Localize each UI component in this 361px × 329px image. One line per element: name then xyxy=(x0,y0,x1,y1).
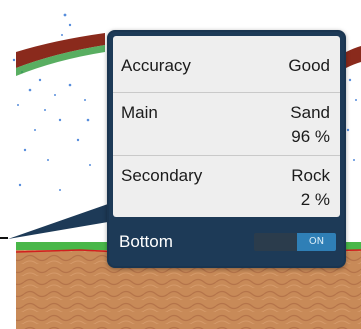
callout-tail xyxy=(8,204,108,239)
accuracy-label: Accuracy xyxy=(121,56,191,75)
bottom-label: Bottom xyxy=(119,232,173,251)
info-panel: Accuracy Good Main Sand 96 % Secondary R… xyxy=(113,36,340,217)
main-value: Sand xyxy=(290,103,330,122)
secondary-value: Rock xyxy=(291,166,330,185)
secondary-label: Secondary xyxy=(121,166,203,185)
bottom-info-popup: Accuracy Good Main Sand 96 % Secondary R… xyxy=(107,30,346,268)
main-percent: 96 % xyxy=(291,127,330,146)
secondary-row: Secondary Rock 2 % xyxy=(113,156,340,217)
main-label: Main xyxy=(121,103,158,122)
main-row: Main Sand 96 % xyxy=(113,93,340,155)
toggle-on-indicator[interactable]: ON xyxy=(297,233,336,251)
accuracy-value: Good xyxy=(288,56,330,75)
bottom-toggle[interactable]: ON xyxy=(254,233,336,251)
accuracy-row: Accuracy Good xyxy=(113,36,340,92)
secondary-percent: 2 % xyxy=(300,190,330,209)
